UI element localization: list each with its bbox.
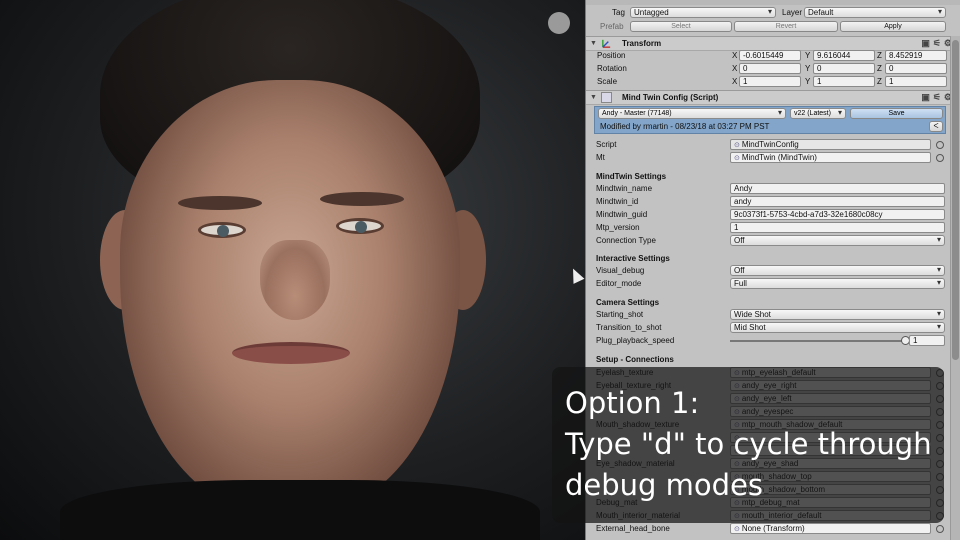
interactive-settings-header: Interactive Settings [596,254,670,263]
camera-settings-header: Camera Settings [596,298,660,307]
setup-connections-header: Setup - Connections [596,355,674,364]
object-picker-icon[interactable] [936,525,944,533]
transition-to-shot-dropdown[interactable]: Mid Shot [730,322,945,333]
caption-line-3: debug modes [565,468,764,502]
connection-type-dropdown[interactable]: Off [730,235,945,246]
character-left-brow [178,196,262,210]
connection-label: External_head_bone [596,524,670,533]
connection-type-label: Connection Type [596,236,656,245]
editor-mode-dropdown[interactable]: Full [730,278,945,289]
scrollbar-thumb[interactable] [952,40,959,360]
script-label: Script [596,140,617,149]
instruction-caption: Option 1: Type "d" to cycle through debu… [552,367,944,523]
mindtwin-name-field[interactable]: Andy [730,183,945,194]
visual-debug-label: Visual_debug [596,266,645,275]
object-picker-icon[interactable] [936,141,944,149]
visual-debug-dropdown[interactable]: Off [730,265,945,276]
mindtwin-id-label: Mindtwin_id [596,197,639,206]
mindtwin-guid-label: Mindtwin_guid [596,210,648,219]
transition-to-shot-label: Transition_to_shot [596,323,662,332]
caption-line-2: Type "d" to cycle through [565,427,932,461]
mt-label: Mt [596,153,605,162]
inspector-scrollbar[interactable] [950,36,960,540]
character-nose [260,240,330,320]
script-field: MindTwinConfig [730,139,931,150]
mindtwin-name-label: Mindtwin_name [596,184,653,193]
character-left-eye [198,222,246,238]
mindtwin-settings-header: MindTwin Settings [596,172,667,181]
plug-playback-speed-label: Plug_playback_speed [596,336,675,345]
playback-speed-slider-track[interactable] [730,340,906,342]
character-mouth [232,342,350,364]
mtp-version-label: Mtp_version [596,223,640,232]
character-shirt [60,480,540,540]
mtp-version-field[interactable]: 1 [730,222,945,233]
scene-viewport[interactable] [0,0,585,540]
starting-shot-dropdown[interactable]: Wide Shot [730,309,945,320]
mindtwin-guid-field[interactable]: 9c0373f1-5753-4cbd-a7d3-32e1680c08cy [730,209,945,220]
mt-field[interactable]: MindTwin (MindTwin) [730,152,931,163]
starting-shot-label: Starting_shot [596,310,644,319]
character-right-eye [336,218,384,234]
scene-gizmo-icon[interactable] [548,12,570,34]
connection-object-field[interactable]: None (Transform) [730,523,931,534]
plug-playback-speed-field[interactable]: 1 [909,335,945,346]
mouse-cursor-icon [567,266,585,284]
mindtwin-id-field[interactable]: andy [730,196,945,207]
object-picker-icon[interactable] [936,154,944,162]
editor-mode-label: Editor_mode [596,279,642,288]
character-right-brow [320,192,404,206]
caption-line-1: Option 1: [565,386,700,420]
